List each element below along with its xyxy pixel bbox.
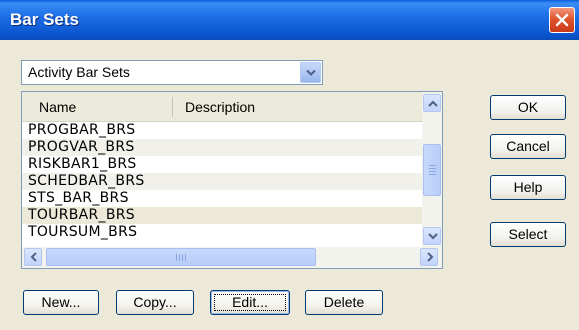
close-icon [555, 13, 569, 27]
list-item[interactable]: STS_BAR_BRS [22, 190, 422, 207]
bar-sets-dialog: Bar Sets Activity Bar Sets Name Descript… [0, 0, 579, 330]
list-item-name: PROGVAR_BRS [28, 139, 135, 155]
list-item-name: TOURBAR_BRS [28, 207, 135, 223]
dropdown-arrow-button[interactable] [300, 62, 321, 83]
dropdown-value: Activity Bar Sets [28, 64, 130, 80]
new-button[interactable]: New... [23, 290, 99, 315]
vertical-scrollbar[interactable] [422, 92, 442, 247]
list-item-selected[interactable]: TOURBAR_BRS [22, 207, 422, 224]
delete-button[interactable]: Delete [305, 290, 383, 315]
title-bar[interactable]: Bar Sets [0, 0, 579, 40]
focus-rectangle [214, 294, 286, 311]
edit-button[interactable]: Edit... [210, 290, 290, 315]
chevron-left-icon [30, 252, 37, 262]
list-item[interactable]: PROGBAR_BRS [22, 122, 422, 139]
list-item[interactable]: SCHEDBAR_BRS [22, 173, 422, 190]
close-button[interactable] [549, 7, 575, 33]
ok-button[interactable]: OK [490, 95, 566, 120]
window-title: Bar Sets [10, 10, 79, 29]
cancel-button[interactable]: Cancel [490, 134, 566, 159]
chevron-down-icon [306, 69, 316, 76]
column-divider[interactable] [172, 97, 173, 117]
list-item-name: TOURSUM_BRS [28, 224, 138, 240]
bar-set-type-dropdown[interactable]: Activity Bar Sets [21, 60, 323, 85]
list-item-name: PROGBAR_BRS [28, 122, 136, 138]
list-item[interactable]: RISKBAR1_BRS [22, 156, 422, 173]
list-rows: PROGBAR_BRS PROGVAR_BRS RISKBAR1_BRS SCH… [22, 122, 422, 242]
column-header-name[interactable]: Name [39, 99, 76, 115]
list-item-name: SCHEDBAR_BRS [28, 173, 145, 189]
scroll-left-button[interactable] [24, 248, 42, 266]
copy-button[interactable]: Copy... [116, 290, 194, 315]
chevron-right-icon [427, 252, 434, 262]
help-button[interactable]: Help [490, 175, 566, 200]
horizontal-scroll-thumb[interactable] [46, 248, 316, 266]
horizontal-scrollbar[interactable] [22, 247, 442, 268]
chevron-up-icon [428, 100, 438, 107]
list-item[interactable]: PROGVAR_BRS [22, 139, 422, 156]
bar-sets-list[interactable]: Name Description PROGBAR_BRS PROGVAR_BRS… [21, 91, 443, 269]
list-item-name: STS_BAR_BRS [28, 190, 129, 206]
scroll-up-button[interactable] [423, 94, 441, 112]
vertical-scroll-thumb[interactable] [423, 144, 441, 196]
scroll-right-button[interactable] [420, 248, 438, 266]
scroll-down-button[interactable] [423, 227, 441, 245]
chevron-down-icon [428, 233, 438, 240]
select-button[interactable]: Select [490, 222, 566, 247]
list-header: Name Description [22, 92, 422, 122]
list-item-name: RISKBAR1_BRS [28, 156, 137, 172]
column-header-description[interactable]: Description [185, 99, 255, 115]
list-item[interactable]: TOURSUM_BRS [22, 224, 422, 241]
